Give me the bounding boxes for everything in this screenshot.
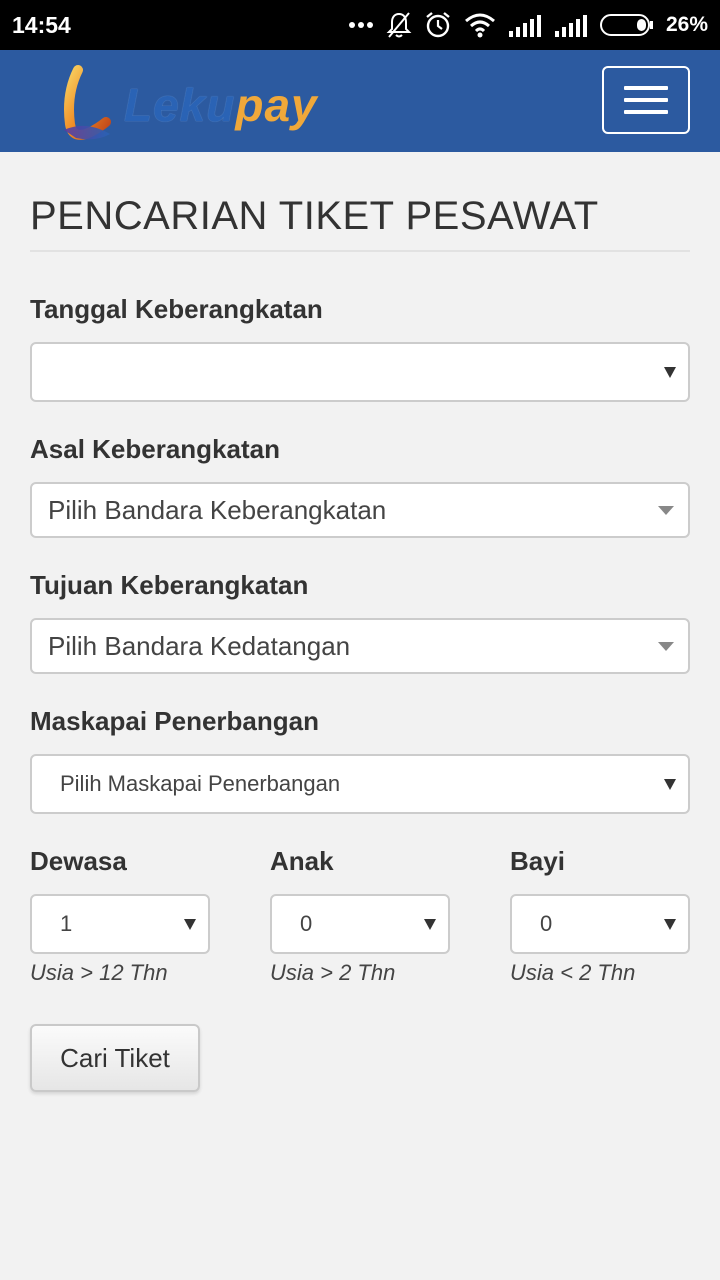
infant-count-select[interactable]: 0: [510, 894, 690, 954]
adult-count-select[interactable]: 1: [30, 894, 210, 954]
status-bar: 14:54 26%: [0, 0, 720, 50]
chevron-down-icon: [658, 506, 674, 515]
infant-label: Bayi: [510, 846, 565, 876]
battery-percent: 26%: [665, 13, 708, 36]
infant-count-value: 0: [540, 911, 553, 936]
page-title: PENCARIAN TIKET PESAWAT: [30, 194, 599, 238]
destination-label: Tujuan Keberangkatan: [30, 570, 309, 600]
top-navbar: Lekupay: [0, 50, 720, 152]
adult-count-value: 1: [60, 911, 73, 936]
destination-airport-value: Pilih Bandara Kedatangan: [48, 630, 351, 661]
hamburger-icon-bar: [624, 110, 668, 114]
origin-label: Asal Keberangkatan: [30, 434, 280, 464]
airline-value: Pilih Maskapai Penerbangan: [60, 771, 341, 796]
destination-airport-select[interactable]: Pilih Bandara Kedatangan: [30, 618, 690, 674]
logo-text: Lekupay: [124, 79, 318, 131]
hamburger-icon: [624, 86, 668, 90]
battery-icon: [599, 14, 653, 36]
date-label: Tanggal Keberangkatan: [30, 294, 323, 324]
dropdown-arrow-icon: [664, 779, 676, 790]
wifi-icon: [464, 13, 495, 38]
search-ticket-button[interactable]: Cari Tiket: [30, 1024, 200, 1092]
signal-icon: [508, 15, 541, 37]
child-count-select[interactable]: 0: [270, 894, 450, 954]
logo-mark-icon: [64, 65, 111, 140]
status-icons: 26%: [348, 10, 708, 40]
airline-label: Maskapai Penerbangan: [30, 706, 319, 736]
dropdown-arrow-icon: [424, 919, 436, 930]
title-divider: [30, 250, 690, 252]
lekupay-logo[interactable]: Lekupay: [56, 64, 318, 144]
airline-select[interactable]: Pilih Maskapai Penerbangan: [30, 754, 690, 814]
infant-age-hint: Usia < 2 Thn: [510, 960, 636, 985]
dropdown-arrow-icon: [184, 919, 196, 930]
bell-off-icon: [386, 12, 412, 38]
origin-airport-value: Pilih Bandara Keberangkatan: [48, 494, 387, 525]
child-count-value: 0: [300, 911, 313, 936]
child-age-hint: Usia > 2 Thn: [270, 960, 396, 985]
chevron-down-icon: [658, 642, 674, 651]
alarm-icon: [426, 12, 450, 38]
adult-age-hint: Usia > 12 Thn: [30, 960, 168, 985]
origin-airport-select[interactable]: Pilih Bandara Keberangkatan: [30, 482, 690, 538]
hamburger-icon-bar: [624, 98, 668, 102]
menu-button[interactable]: [602, 66, 690, 134]
adult-label: Dewasa: [30, 846, 127, 876]
status-time: 14:54: [12, 12, 71, 38]
child-label: Anak: [270, 846, 334, 876]
signal-icon: [554, 15, 587, 37]
more-dots-icon: [348, 22, 373, 28]
dropdown-arrow-icon: [664, 367, 676, 378]
departure-date-select[interactable]: [30, 342, 690, 402]
dropdown-arrow-icon: [664, 919, 676, 930]
